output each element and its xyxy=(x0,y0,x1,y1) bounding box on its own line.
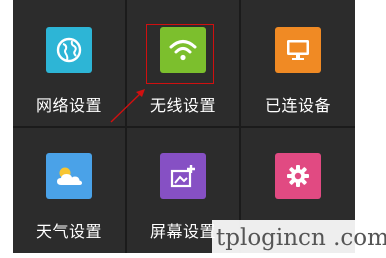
highlight-box xyxy=(146,24,214,84)
annotation-arrow xyxy=(110,89,145,123)
weather-icon xyxy=(46,153,92,199)
tile-weather-settings[interactable]: 天气设置 xyxy=(13,128,125,253)
screen-icon xyxy=(160,153,206,199)
monitor-icon xyxy=(275,27,321,73)
watermark-text: tplogincn .com xyxy=(212,220,386,256)
gear-icon xyxy=(275,153,321,199)
tile-label: 天气设置 xyxy=(35,224,102,241)
tile-connected-devices[interactable]: 已连设备 xyxy=(241,0,355,126)
tile-label: 已连设备 xyxy=(264,98,331,115)
globe-icon xyxy=(46,27,92,73)
